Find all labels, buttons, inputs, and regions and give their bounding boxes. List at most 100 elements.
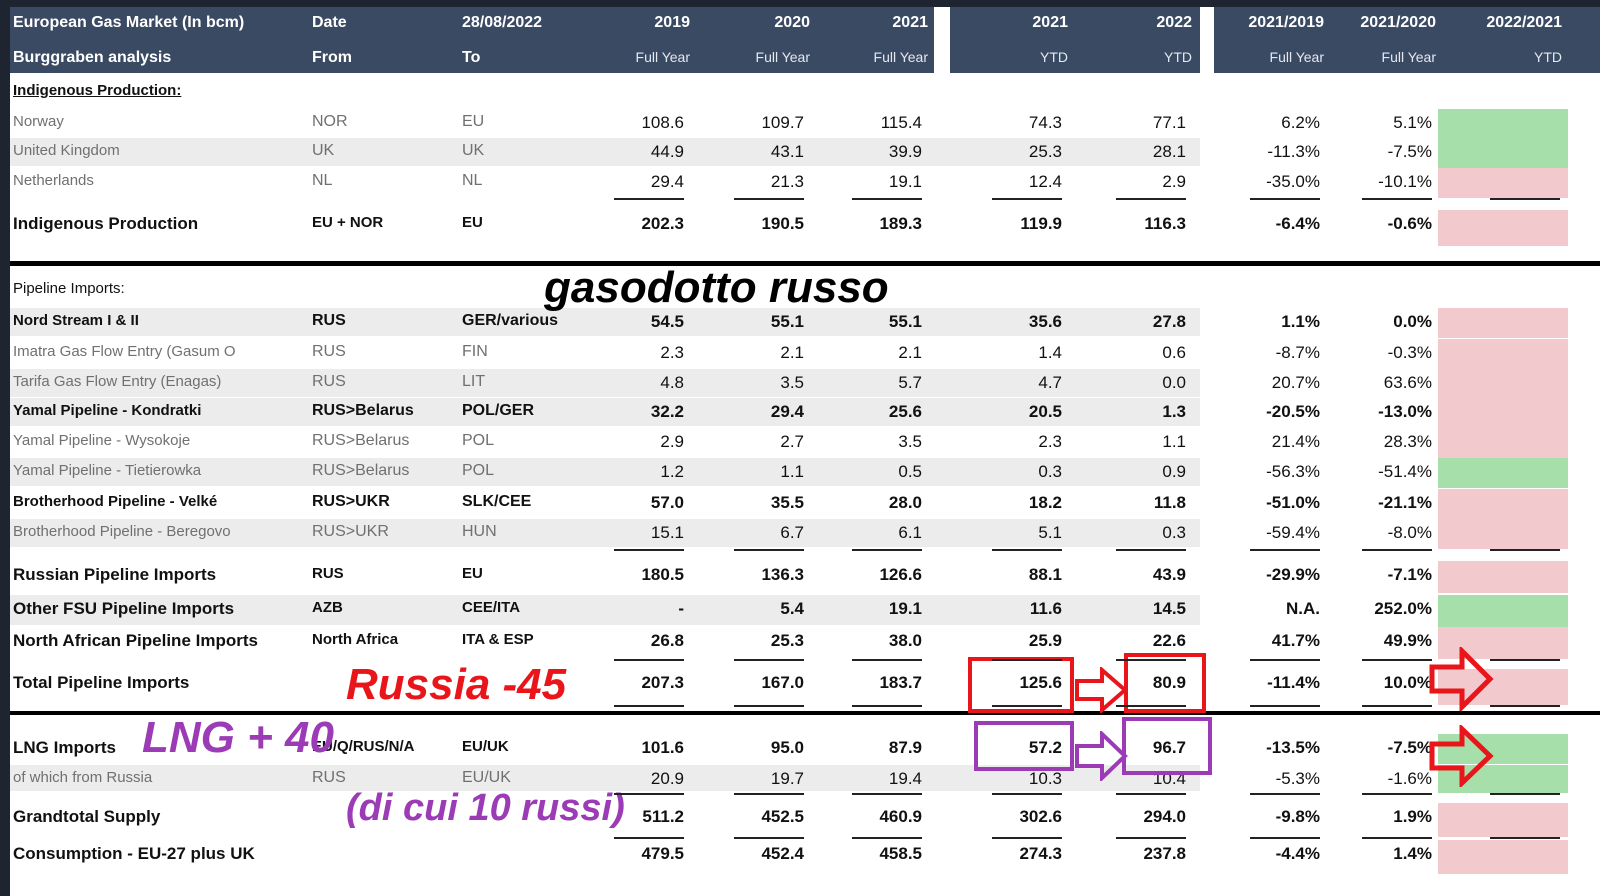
sum-underline: [1362, 659, 1432, 661]
cell-ytd21: 88.1: [1028, 565, 1062, 584]
cell-v2021: 87.9: [888, 738, 922, 757]
cell-v2021: 25.6: [888, 402, 922, 421]
cell-r2: 252.0%: [1374, 599, 1432, 618]
cell-v2021: 0.5: [898, 462, 922, 481]
sum-underline: [614, 793, 684, 795]
row-from: RUS>Belarus: [312, 402, 414, 419]
cell-v2021: 55.1: [888, 312, 922, 331]
row-label: Yamal Pipeline - Kondratki: [13, 402, 202, 419]
cell-r1: 6.2%: [1281, 113, 1320, 132]
cell-r2: 5.1%: [1393, 113, 1432, 132]
cell-v2020: 43.1: [770, 142, 804, 161]
cell-ytd21: 274.3: [1019, 844, 1062, 863]
cell-ytd22: 27.8: [1152, 312, 1186, 331]
header-from: From: [312, 49, 352, 66]
table-row: Russian Pipeline Imports RUS EU 180.5 136.3 1…: [10, 561, 1600, 591]
cell-r2: -0.3%: [1387, 343, 1432, 362]
sum-underline: [1490, 549, 1560, 551]
cell-r2: 1.9%: [1393, 807, 1432, 826]
row-label: Total Pipeline Imports: [13, 673, 190, 692]
cell-r2: -13.0%: [1378, 402, 1432, 421]
table-row: Other FSU Pipeline Imports AZB CEE/ITA - 5.4…: [10, 595, 1560, 625]
cell-r1: -51.0%: [1266, 493, 1320, 512]
header-year-2019: 2019: [654, 14, 690, 31]
table-row: Indigenous Production EU + NOR EU 202.3 190.…: [10, 210, 1600, 244]
cell-v2019: 57.0: [650, 493, 684, 512]
cell-ytd21: 20.5: [1028, 402, 1062, 421]
cell-r2: 10.0%: [1383, 673, 1432, 692]
cell-ytd22: 116.3: [1144, 214, 1186, 233]
cell-r1: -11.3%: [1267, 142, 1320, 161]
cell-r2: -7.5%: [1387, 738, 1432, 757]
negative-change-cell: [1438, 339, 1568, 369]
cell-ytd22: 2.9: [1162, 172, 1186, 191]
sum-underline: [614, 659, 684, 661]
cell-v2020: 55.1: [770, 312, 804, 331]
row-label: of which from Russia: [13, 769, 153, 786]
cell-ytd22: 0.0: [1162, 373, 1186, 392]
row-from: RUS: [312, 343, 346, 360]
header-ratio-2021-2019: 2021/2019: [1248, 14, 1324, 31]
negative-change-cell: [1438, 210, 1568, 246]
sum-underline: [1116, 659, 1186, 661]
cell-r1: 1.1%: [1281, 312, 1320, 331]
cell-ytd22: 11.8: [1153, 493, 1186, 512]
cell-v2020: 3.5: [780, 373, 804, 392]
cell-r1: N.A.: [1286, 599, 1320, 618]
cell-ytd21: 25.9: [1028, 631, 1062, 650]
row-to: FIN: [462, 343, 488, 360]
cell-r1: -5.3%: [1275, 769, 1320, 788]
row-from: NL: [312, 172, 333, 189]
row-label: North African Pipeline Imports: [13, 631, 258, 650]
positive-change-cell: [1438, 109, 1568, 139]
table-row: Imatra Gas Flow Entry (Gasum O RUS FIN 2.3 2…: [10, 339, 1600, 367]
header-ytd-ratio3: YTD: [1534, 49, 1562, 65]
cell-v2021: 6.1: [898, 523, 922, 542]
cell-v2019: 2.3: [660, 343, 684, 362]
row-to: POL: [462, 432, 495, 449]
cell-r1: -29.9%: [1266, 565, 1320, 584]
table-row: Yamal Pipeline - Wysokoje RUS>Belarus POL 2…: [10, 428, 1600, 456]
sum-underline: [992, 705, 1062, 707]
row-label: Yamal Pipeline - Tietierowka: [13, 462, 202, 479]
cell-ytd21: 119.9: [1020, 214, 1062, 233]
row-to: POL/GER: [462, 402, 535, 419]
cell-r1: -13.5%: [1266, 738, 1320, 757]
cell-r2: 63.6%: [1383, 373, 1432, 392]
cell-v2021: 183.7: [879, 673, 922, 692]
sum-underline: [852, 837, 922, 839]
row-from: RUS: [312, 312, 346, 329]
sum-underline: [1362, 198, 1432, 200]
header-year-2021: 2021: [892, 14, 928, 31]
row-from: AZB: [312, 599, 343, 616]
cell-r2: -0.6%: [1387, 214, 1432, 233]
header-year-2020: 2020: [774, 14, 810, 31]
sum-underline: [992, 549, 1062, 551]
row-from: RUS>UKR: [312, 493, 390, 510]
cell-ytd22: 237.8: [1143, 844, 1186, 863]
cell-r2: -10.1%: [1378, 172, 1432, 191]
cell-v2020: 452.5: [761, 807, 804, 826]
sum-underline: [1490, 705, 1560, 707]
cell-v2019: 44.9: [650, 142, 684, 161]
row-label: Yamal Pipeline - Wysokoje: [13, 432, 191, 449]
negative-change-cell: [1438, 519, 1568, 549]
sum-underline: [614, 198, 684, 200]
header-fullyear-2019: Full Year: [635, 49, 690, 65]
cell-r1: -56.3%: [1266, 462, 1320, 481]
row-label: Imatra Gas Flow Entry (Gasum O: [13, 343, 236, 360]
row-to: EU: [462, 214, 483, 231]
cell-r1: 20.7%: [1271, 373, 1320, 392]
sum-underline: [992, 659, 1062, 661]
row-to: GER/various: [462, 312, 559, 329]
table-row: Yamal Pipeline - Tietierowka RUS>Belarus P…: [10, 458, 1560, 486]
sum-underline: [614, 705, 684, 707]
cell-v2021: 458.5: [879, 844, 922, 863]
negative-change-cell: [1438, 840, 1568, 874]
cell-r1: -6.4%: [1275, 214, 1320, 233]
header-year-2021-ytd: 2021: [1032, 14, 1068, 31]
negative-change-cell: [1438, 398, 1568, 428]
cell-v2021: 2.1: [898, 343, 922, 362]
cell-v2021: 39.9: [888, 142, 922, 161]
cell-v2020: 1.1: [780, 462, 804, 481]
